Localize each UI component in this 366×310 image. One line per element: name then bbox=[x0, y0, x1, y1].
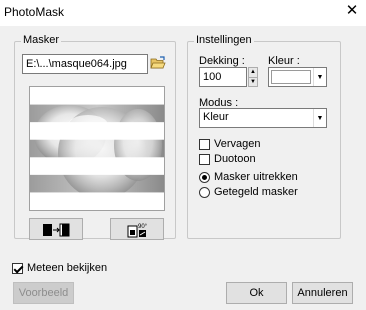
window-title: PhotoMask bbox=[4, 5, 65, 19]
mask-preview-image bbox=[30, 87, 164, 210]
spin-up-icon[interactable]: ▲ bbox=[249, 68, 257, 77]
modus-value: Kleur bbox=[203, 111, 229, 123]
mask-stripe bbox=[30, 87, 164, 105]
vervagen-label: Vervagen bbox=[214, 138, 261, 150]
kleur-swatch bbox=[271, 70, 311, 84]
duotoon-checkbox[interactable]: Duotoon bbox=[199, 153, 256, 165]
dekking-label: Dekking : bbox=[199, 55, 245, 67]
open-folder-icon[interactable] bbox=[150, 55, 166, 71]
meteen-bekijken-checkbox[interactable]: Meteen bekijken bbox=[12, 262, 107, 274]
voorbeeld-button[interactable]: Voorbeeld bbox=[13, 282, 74, 304]
title-bar: PhotoMask ✕ bbox=[0, 0, 366, 26]
spin-down-icon[interactable]: ▼ bbox=[249, 77, 257, 86]
mask-file-field[interactable]: E:\...\masque064.jpg bbox=[22, 54, 148, 74]
ok-button[interactable]: Ok bbox=[226, 282, 287, 304]
modus-dropdown[interactable]: Kleur ▼ bbox=[199, 108, 327, 128]
svg-text:90°: 90° bbox=[138, 224, 148, 230]
radio-masker-uitrekken[interactable]: Masker uitrekken bbox=[199, 171, 298, 183]
masker-group-label: Masker bbox=[21, 34, 62, 46]
kleur-label: Kleur : bbox=[268, 55, 300, 67]
vervagen-checkbox[interactable]: Vervagen bbox=[199, 138, 260, 150]
radio-label: Getegeld masker bbox=[214, 186, 298, 198]
meteen-box[interactable] bbox=[12, 262, 23, 274]
mask-stripe bbox=[30, 157, 164, 175]
kleur-dropdown[interactable]: ▼ bbox=[268, 67, 327, 87]
dekking-input[interactable]: 100 bbox=[199, 67, 247, 87]
radio-button[interactable] bbox=[199, 186, 210, 198]
rotate-mask-button[interactable]: 90° bbox=[110, 218, 164, 240]
chevron-down-icon: ▼ bbox=[313, 68, 326, 86]
mask-stripe bbox=[30, 122, 164, 140]
vervagen-box[interactable] bbox=[199, 138, 210, 150]
rotate-90-icon: 90° bbox=[127, 224, 148, 238]
annuleren-button[interactable]: Annuleren bbox=[292, 282, 353, 304]
duotoon-label: Duotoon bbox=[214, 153, 256, 165]
dekking-spinner[interactable]: ▲ ▼ bbox=[248, 67, 258, 87]
invert-icon bbox=[43, 223, 70, 237]
chevron-down-icon: ▼ bbox=[313, 109, 326, 127]
settings-group-label: Instellingen bbox=[194, 34, 254, 46]
radio-label: Masker uitrekken bbox=[214, 171, 298, 183]
mask-preview bbox=[29, 86, 165, 211]
mask-stripe bbox=[30, 192, 164, 210]
close-icon[interactable]: ✕ bbox=[344, 2, 360, 20]
radio-getegeld-masker[interactable]: Getegeld masker bbox=[199, 186, 298, 198]
invert-mask-button[interactable] bbox=[29, 218, 83, 240]
duotoon-box[interactable] bbox=[199, 153, 210, 165]
dialog-body: Masker E:\...\masque064.jpg 90° Instelli… bbox=[0, 26, 366, 310]
radio-button[interactable] bbox=[199, 171, 210, 183]
meteen-bekijken-label: Meteen bekijken bbox=[27, 262, 108, 274]
